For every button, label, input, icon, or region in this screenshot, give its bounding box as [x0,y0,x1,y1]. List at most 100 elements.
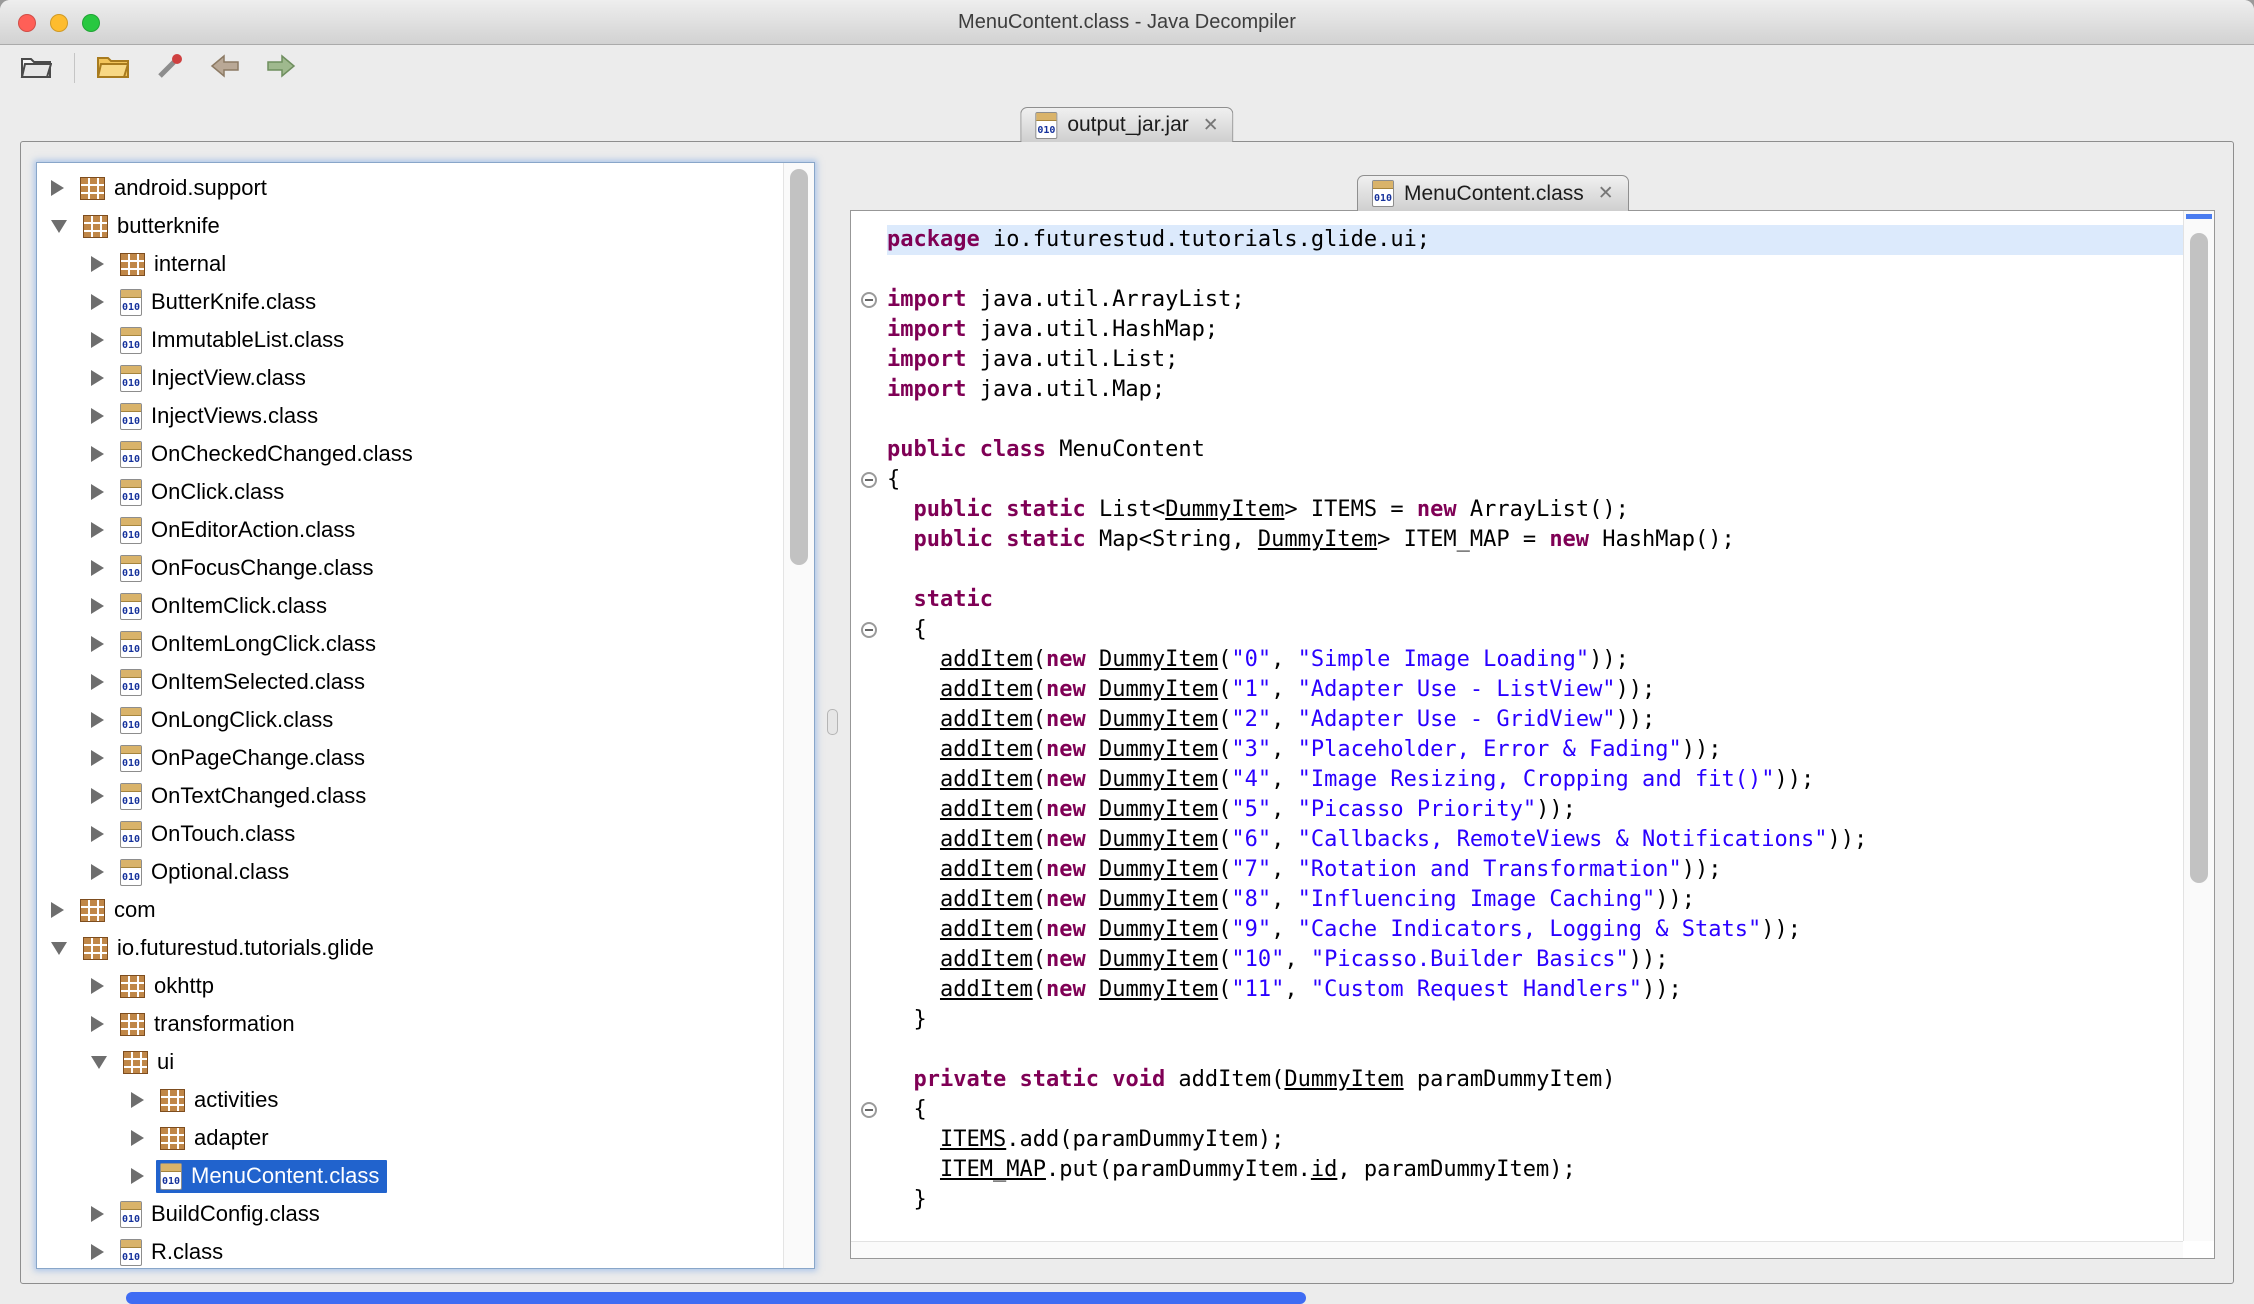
tree-item-body[interactable]: android.support [76,172,275,204]
disclosure-collapsed-icon[interactable] [131,1092,144,1108]
code-scrollbar-thumb[interactable] [2190,233,2208,883]
tab-menucontent-class[interactable]: 010 MenuContent.class ✕ [1357,175,1629,211]
fold-collapse-icon[interactable] [851,1095,887,1125]
tree-item-body[interactable]: okhttp [116,970,222,1002]
code-link[interactable]: DummyItem [1099,917,1218,942]
code-link[interactable]: DummyItem [1099,797,1218,822]
code-link[interactable]: DummyItem [1099,977,1218,1002]
tree-item-butterknife-class[interactable]: 010 ButterKnife.class [37,283,783,321]
code-link[interactable]: DummyItem [1099,857,1218,882]
disclosure-collapsed-icon[interactable] [91,370,104,386]
tree-item-body[interactable]: 010 ImmutableList.class [116,324,352,357]
code-horizontal-scrollbar[interactable] [851,1241,2183,1258]
disclosure-collapsed-icon[interactable] [91,1016,104,1032]
tree-item-body[interactable]: 010 BuildConfig.class [116,1198,328,1231]
tree-item-onitemclick-class[interactable]: 010 OnItemClick.class [37,587,783,625]
disclosure-collapsed-icon[interactable] [91,560,104,576]
disclosure-collapsed-icon[interactable] [91,1244,104,1260]
code-link[interactable]: DummyItem [1099,887,1218,912]
tree-item-menucontent-class[interactable]: 010 MenuContent.class [37,1157,783,1195]
zoom-window-button[interactable] [82,14,100,32]
code-link[interactable]: DummyItem [1099,677,1218,702]
code-link[interactable]: addItem [940,737,1033,762]
disclosure-expanded-icon[interactable] [91,1055,107,1069]
code-link[interactable]: DummyItem [1099,827,1218,852]
tree-item-ontextchanged-class[interactable]: 010 OnTextChanged.class [37,777,783,815]
code-link[interactable]: DummyItem [1099,737,1218,762]
close-window-button[interactable] [18,14,36,32]
code-link[interactable]: addItem [940,947,1033,972]
code-link[interactable]: addItem [940,887,1033,912]
fold-collapse-icon[interactable] [851,465,887,495]
disclosure-collapsed-icon[interactable] [91,256,104,272]
disclosure-expanded-icon[interactable] [51,941,67,955]
tree-item-ui[interactable]: ui [37,1043,783,1081]
tree-item-onitemselected-class[interactable]: 010 OnItemSelected.class [37,663,783,701]
disclosure-collapsed-icon[interactable] [51,180,64,196]
tree-item-com[interactable]: com [37,891,783,929]
tree-item-onfocuschange-class[interactable]: 010 OnFocusChange.class [37,549,783,587]
tree-item-okhttp[interactable]: okhttp [37,967,783,1005]
close-icon[interactable]: ✕ [1203,114,1219,137]
tree-item-ontouch-class[interactable]: 010 OnTouch.class [37,815,783,853]
open-file-button[interactable] [18,50,54,86]
tree-item-body[interactable]: 010 R.class [116,1236,231,1269]
tree-item-body[interactable]: internal [116,248,234,280]
code-link[interactable]: DummyItem [1284,1067,1403,1092]
disclosure-collapsed-icon[interactable] [91,522,104,538]
code-link[interactable]: ITEMS [940,1127,1006,1152]
tree-item-adapter[interactable]: adapter [37,1119,783,1157]
code-link[interactable]: addItem [940,707,1033,732]
code-link[interactable]: addItem [940,977,1033,1002]
disclosure-collapsed-icon[interactable] [91,978,104,994]
tree-item-body[interactable]: 010 OnItemClick.class [116,590,335,623]
disclosure-collapsed-icon[interactable] [91,636,104,652]
tree-scrollbar[interactable] [783,163,814,1268]
tree-item-immutablelist-class[interactable]: 010 ImmutableList.class [37,321,783,359]
tree-item-optional-class[interactable]: 010 Optional.class [37,853,783,891]
code-link[interactable]: DummyItem [1099,707,1218,732]
disclosure-collapsed-icon[interactable] [91,446,104,462]
open-all-button[interactable] [95,50,131,86]
disclosure-collapsed-icon[interactable] [91,750,104,766]
tree-item-onlongclick-class[interactable]: 010 OnLongClick.class [37,701,783,739]
search-button[interactable] [151,50,187,86]
back-button[interactable] [207,50,243,86]
tree-item-body[interactable]: 010 Optional.class [116,856,297,889]
tree-scrollbar-thumb[interactable] [790,169,808,565]
code-link[interactable]: ITEM_MAP [940,1157,1046,1182]
code-link[interactable]: addItem [940,797,1033,822]
tree-item-body[interactable]: 010 OnPageChange.class [116,742,373,775]
code-link[interactable]: DummyItem [1099,767,1218,792]
forward-button[interactable] [263,50,299,86]
tree-item-body[interactable]: transformation [116,1008,303,1040]
disclosure-collapsed-icon[interactable] [51,902,64,918]
disclosure-collapsed-icon[interactable] [131,1168,144,1184]
tree-item-body[interactable]: 010 OnClick.class [116,476,292,509]
disclosure-collapsed-icon[interactable] [91,332,104,348]
disclosure-collapsed-icon[interactable] [91,864,104,880]
tree-item-activities[interactable]: activities [37,1081,783,1119]
tree-item-io-futurestud-tutorials-glide[interactable]: io.futurestud.tutorials.glide [37,929,783,967]
minimize-window-button[interactable] [50,14,68,32]
tree-item-body[interactable]: io.futurestud.tutorials.glide [79,932,382,964]
tree-item-body[interactable]: adapter [156,1122,277,1154]
tree-item-body[interactable]: activities [156,1084,286,1116]
code-link[interactable]: addItem [940,767,1033,792]
disclosure-collapsed-icon[interactable] [131,1130,144,1146]
tree-item-buildconfig-class[interactable]: 010 BuildConfig.class [37,1195,783,1233]
tree-item-body[interactable]: 010 InjectView.class [116,362,314,395]
tree-item-body[interactable]: com [76,894,164,926]
tree-item-body[interactable]: butterknife [79,210,228,242]
code-link[interactable]: addItem [940,917,1033,942]
disclosure-collapsed-icon[interactable] [91,484,104,500]
tree-item-injectviews-class[interactable]: 010 InjectViews.class [37,397,783,435]
tree-item-onpagechange-class[interactable]: 010 OnPageChange.class [37,739,783,777]
code-link[interactable]: addItem [940,827,1033,852]
disclosure-collapsed-icon[interactable] [91,598,104,614]
code-vertical-scrollbar[interactable] [2183,211,2214,1241]
panel-splitter-handle[interactable] [818,707,846,737]
code-link[interactable]: DummyItem [1099,947,1218,972]
tree-item-body[interactable]: 010 OnItemLongClick.class [116,628,384,661]
tree-item-onitemlongclick-class[interactable]: 010 OnItemLongClick.class [37,625,783,663]
